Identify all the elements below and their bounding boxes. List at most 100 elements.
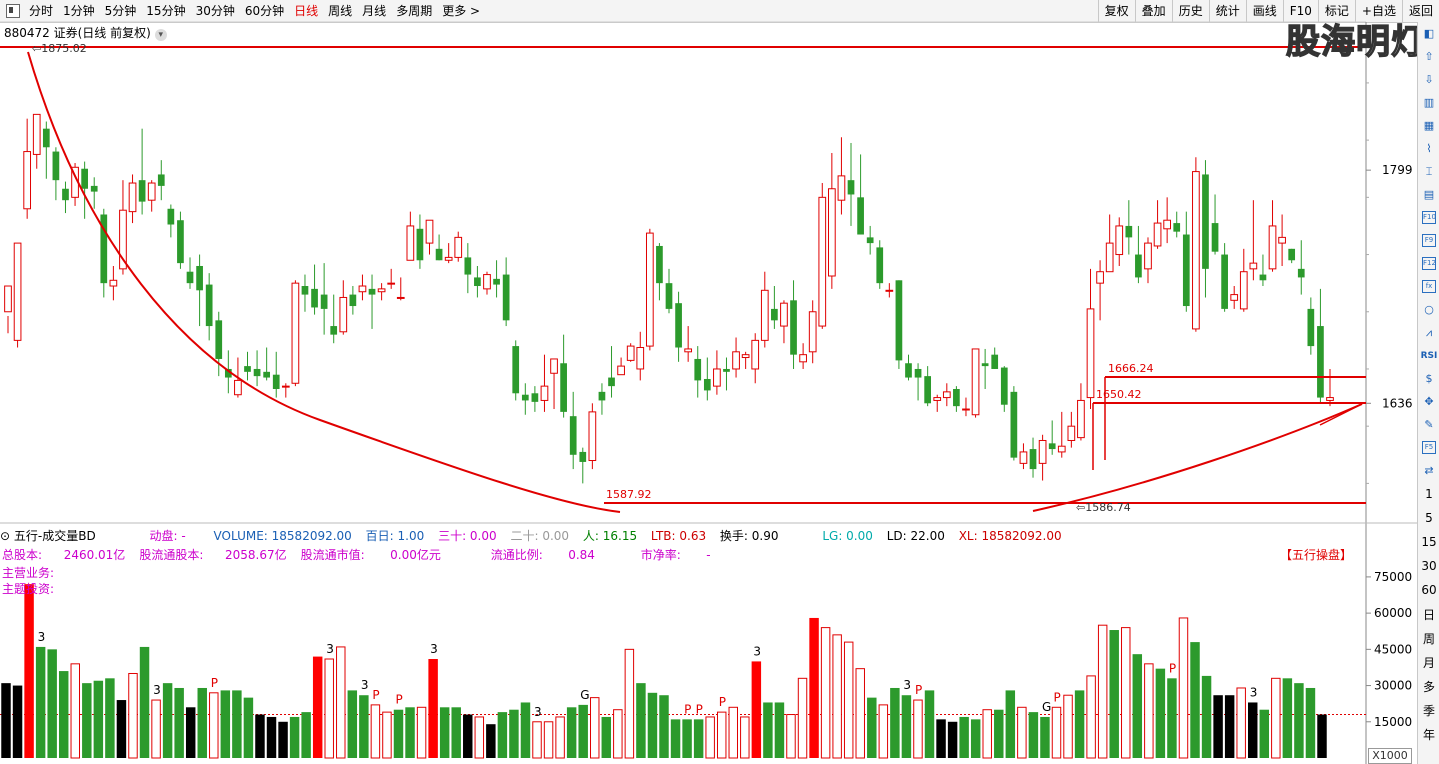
volume-signal-label: P: [395, 693, 402, 707]
volume-bar: [613, 709, 623, 759]
money-icon[interactable]: $: [1418, 367, 1439, 390]
candle-body: [1326, 397, 1334, 401]
volume-signal-label: 3: [326, 642, 334, 656]
low2-label: ⇦1586.74: [1076, 501, 1131, 514]
candle-body: [128, 182, 137, 213]
cycle-item-0[interactable]: 1: [1418, 482, 1439, 506]
candle-body: [320, 294, 328, 309]
volume-bar: [1, 683, 11, 758]
pencil-icon[interactable]: ✎: [1418, 413, 1439, 436]
volume-bar: [543, 721, 554, 759]
formula-icon[interactable]: fx: [1418, 275, 1439, 298]
candle-body: [656, 245, 663, 284]
bairi-value: 百日: 1.00: [365, 529, 425, 543]
rsi-icon[interactable]: RSI: [1418, 344, 1439, 367]
switch-icon[interactable]: ⇄: [1418, 459, 1439, 482]
candle-body: [1173, 223, 1181, 232]
circle-icon[interactable]: ○: [1418, 298, 1439, 321]
cycle-item-2[interactable]: 15: [1418, 530, 1439, 554]
ren-value: 人: 16.15: [582, 529, 638, 543]
kline-chart[interactable]: 1799 1636 ⇦1875.02 1587.92 ⇦1586.74 1666.24 16…: [0, 0, 1417, 764]
grid-icon[interactable]: ▥: [1418, 91, 1439, 114]
candle-body: [732, 351, 740, 370]
candle-body: [1135, 254, 1142, 278]
candle-body: [62, 188, 69, 201]
volume-bar: [1190, 642, 1200, 758]
volume-bar: [1155, 668, 1166, 758]
volume-bar: [751, 661, 762, 758]
candle-body: [406, 225, 415, 261]
candle-body: [512, 346, 520, 394]
cycle-item-4[interactable]: 60: [1418, 578, 1439, 602]
candle-body: [1057, 445, 1066, 453]
volume-signal-label: P: [696, 702, 703, 716]
candle-icon[interactable]: ⌶: [1418, 160, 1439, 183]
cycle-item-10[interactable]: 年: [1418, 722, 1439, 746]
cycle-item-6[interactable]: 周: [1418, 626, 1439, 650]
candle-body: [588, 411, 597, 462]
volume-bar: [924, 690, 935, 758]
volume-bar: [347, 690, 358, 758]
f10-icon[interactable]: F10: [1418, 206, 1439, 229]
xl-value: XL: 18582092.00: [958, 529, 1062, 543]
volume-bar: [1017, 706, 1027, 759]
f9-icon[interactable]: F9: [1418, 229, 1439, 252]
candle-body: [942, 391, 951, 399]
line-chart-icon[interactable]: ⌇: [1418, 137, 1439, 160]
candle-body: [1182, 234, 1190, 307]
candle-body: [23, 151, 32, 210]
volume-signal-label: G: [580, 688, 589, 702]
volume-bar: [1086, 675, 1096, 759]
candle-body: [358, 285, 367, 293]
cycle-item-8[interactable]: 多: [1418, 674, 1439, 698]
candle-body: [808, 311, 817, 353]
cycle-item-7[interactable]: 月: [1418, 650, 1439, 674]
candle-body: [1259, 274, 1267, 281]
cycle-item-3[interactable]: 30: [1418, 554, 1439, 578]
volume-bar: [1005, 690, 1016, 758]
volume-bar: [359, 695, 369, 758]
candle-body: [1000, 367, 1008, 405]
volume-bar: [705, 716, 715, 759]
volume-bar: [243, 697, 254, 758]
cycle-item-9[interactable]: 季: [1418, 698, 1439, 722]
cycle-item-5[interactable]: 日: [1418, 602, 1439, 626]
wuxing-button[interactable]: 【五行操盘】: [1280, 546, 1352, 563]
volume-bar: [220, 690, 231, 758]
shijinglv: 市净率: -: [640, 548, 711, 562]
f12-icon[interactable]: F12: [1418, 252, 1439, 275]
cycle-item-1[interactable]: 5: [1418, 506, 1439, 530]
move-icon[interactable]: ✥: [1418, 390, 1439, 413]
volume-signal-label: 3: [430, 642, 438, 656]
volume-bar: [497, 712, 508, 758]
candle-body: [1211, 223, 1219, 252]
volume-bar: [636, 683, 646, 758]
candle-body: [914, 368, 922, 378]
lg-value: LG: 0.00: [822, 529, 873, 543]
volume-tick-label: 30000: [1374, 679, 1412, 693]
candle-body: [464, 257, 472, 275]
volume-bar: [474, 716, 485, 759]
volume-tick-label: 60000: [1374, 606, 1412, 620]
candle-body: [90, 185, 98, 192]
list-icon[interactable]: ▤: [1418, 183, 1439, 206]
candle-body: [1202, 174, 1209, 269]
indicator-name[interactable]: ⊙ 五行-成交量BD: [0, 529, 106, 543]
volume-bar: [1201, 675, 1212, 758]
volume-bar: [393, 709, 404, 758]
table-icon[interactable]: ▦: [1418, 114, 1439, 137]
wave-icon[interactable]: ⩘: [1418, 321, 1439, 344]
volume-bar: [1236, 687, 1246, 759]
candle-body: [780, 302, 788, 327]
volume-bar: [47, 649, 57, 758]
volume-bar: [578, 704, 588, 758]
window-icon[interactable]: ◧: [1418, 22, 1439, 45]
volume-bar: [843, 641, 854, 759]
volume-bar: [151, 699, 161, 759]
f5-icon[interactable]: F5: [1418, 436, 1439, 459]
candle-body: [147, 182, 156, 201]
down-arrow-icon[interactable]: ⇩: [1418, 68, 1439, 91]
candle-body: [330, 326, 338, 335]
zhuying-label: 主营业务:: [2, 566, 55, 580]
up-arrow-icon[interactable]: ⇧: [1418, 45, 1439, 68]
